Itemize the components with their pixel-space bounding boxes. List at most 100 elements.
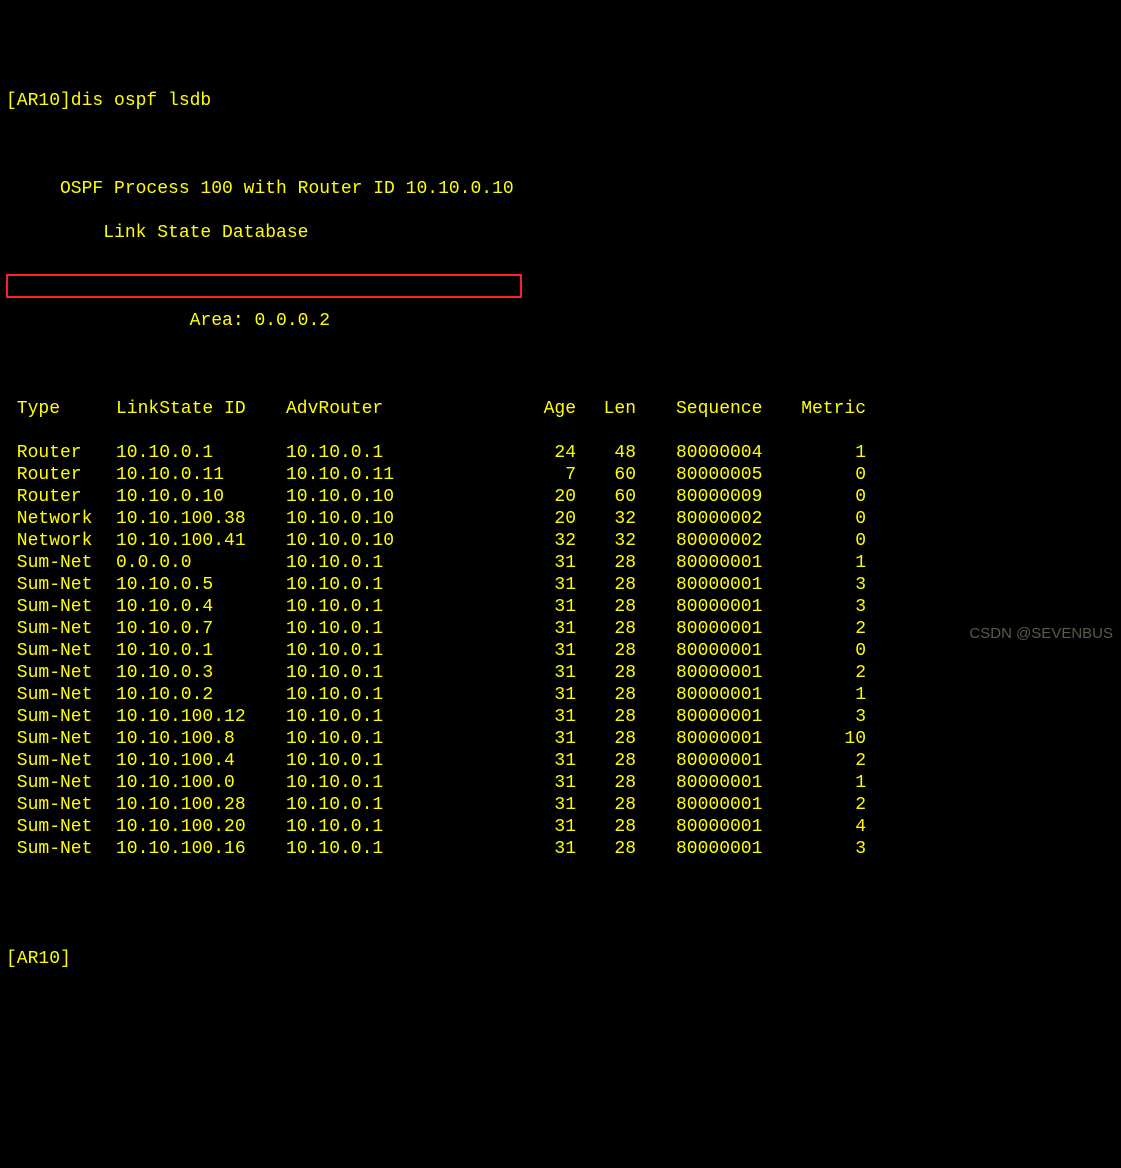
cell-metric: 0 (776, 464, 866, 486)
cell-metric: 0 (776, 640, 866, 662)
cell-len: 32 (576, 508, 636, 530)
cell-advrouter: 10.10.0.1 (286, 728, 506, 750)
cell-sequence: 80000004 (636, 442, 776, 464)
cell-sequence: 80000005 (636, 464, 776, 486)
cell-metric: 1 (776, 552, 866, 574)
table-row: Sum-Net10.10.0.710.10.0.13128800000012 (6, 618, 1115, 640)
cell-age: 31 (506, 618, 576, 640)
cell-age: 31 (506, 728, 576, 750)
table-row: Sum-Net10.10.100.2810.10.0.1312880000001… (6, 794, 1115, 816)
cell-sequence: 80000002 (636, 508, 776, 530)
cell-linkstate-id: 10.10.100.38 (116, 508, 286, 530)
cell-type: Router (6, 486, 116, 508)
cell-age: 31 (506, 706, 576, 728)
cell-metric: 3 (776, 596, 866, 618)
cell-len: 28 (576, 618, 636, 640)
table-row: Network10.10.100.4110.10.0.1032328000000… (6, 530, 1115, 552)
cell-len: 48 (576, 442, 636, 464)
cell-sequence: 80000001 (636, 640, 776, 662)
cell-advrouter: 10.10.0.1 (286, 706, 506, 728)
cell-type: Sum-Net (6, 662, 116, 684)
cell-sequence: 80000001 (636, 728, 776, 750)
cell-type: Sum-Net (6, 618, 116, 640)
end-prompt[interactable]: [AR10] (6, 948, 1115, 970)
hdr-age: Age (506, 398, 576, 420)
cell-metric: 0 (776, 508, 866, 530)
table-row: Sum-Net10.10.100.410.10.0.13128800000012 (6, 750, 1115, 772)
cell-metric: 0 (776, 486, 866, 508)
table-row: Sum-Net10.10.100.2010.10.0.1312880000001… (6, 816, 1115, 838)
cell-metric: 3 (776, 706, 866, 728)
cell-type: Router (6, 442, 116, 464)
hdr-type: Type (6, 398, 116, 420)
cell-linkstate-id: 10.10.0.10 (116, 486, 286, 508)
table-row: Sum-Net10.10.100.810.10.0.13128800000011… (6, 728, 1115, 750)
cell-sequence: 80000001 (636, 684, 776, 706)
cell-sequence: 80000002 (636, 530, 776, 552)
area-line: Area: 0.0.0.2 (6, 310, 1115, 332)
cell-advrouter: 10.10.0.1 (286, 618, 506, 640)
cell-advrouter: 10.10.0.1 (286, 574, 506, 596)
cell-age: 24 (506, 442, 576, 464)
ospf-header-1: OSPF Process 100 with Router ID 10.10.0.… (6, 178, 1115, 200)
hdr-advrouter: AdvRouter (286, 398, 506, 420)
cell-advrouter: 10.10.0.1 (286, 662, 506, 684)
hdr-sequence: Sequence (636, 398, 776, 420)
cell-age: 31 (506, 838, 576, 860)
cell-metric: 10 (776, 728, 866, 750)
cell-linkstate-id: 10.10.0.2 (116, 684, 286, 706)
cell-advrouter: 10.10.0.1 (286, 838, 506, 860)
cell-metric: 2 (776, 794, 866, 816)
cell-len: 28 (576, 816, 636, 838)
cell-metric: 3 (776, 574, 866, 596)
cell-linkstate-id: 10.10.0.3 (116, 662, 286, 684)
cell-advrouter: 10.10.0.1 (286, 596, 506, 618)
cell-type: Sum-Net (6, 816, 116, 838)
ospf-header-2: Link State Database (6, 222, 1115, 244)
lsdb-table-body: Router10.10.0.110.10.0.12448800000041 Ro… (6, 442, 1115, 860)
cell-sequence: 80000001 (636, 816, 776, 838)
cell-advrouter: 10.10.0.10 (286, 508, 506, 530)
table-row: Sum-Net10.10.0.310.10.0.13128800000012 (6, 662, 1115, 684)
table-row: Sum-Net0.0.0.010.10.0.13128800000011 (6, 552, 1115, 574)
cell-metric: 1 (776, 684, 866, 706)
cell-type: Sum-Net (6, 684, 116, 706)
cell-type: Router (6, 464, 116, 486)
cell-linkstate-id: 10.10.0.1 (116, 640, 286, 662)
cell-linkstate-id: 10.10.0.1 (116, 442, 286, 464)
cell-len: 28 (576, 706, 636, 728)
cell-advrouter: 10.10.0.1 (286, 794, 506, 816)
blank-line (6, 266, 1115, 288)
cell-linkstate-id: 10.10.100.8 (116, 728, 286, 750)
cell-len: 60 (576, 486, 636, 508)
cell-sequence: 80000001 (636, 706, 776, 728)
cell-len: 28 (576, 552, 636, 574)
cell-type: Network (6, 530, 116, 552)
table-header: TypeLinkState IDAdvRouterAgeLenSequenceM… (6, 376, 1115, 398)
cell-age: 31 (506, 794, 576, 816)
cell-len: 28 (576, 596, 636, 618)
cell-age: 31 (506, 772, 576, 794)
cell-linkstate-id: 10.10.100.20 (116, 816, 286, 838)
prompt-line: [AR10]dis ospf lsdb (6, 90, 1115, 112)
table-row: Sum-Net10.10.100.010.10.0.13128800000011 (6, 772, 1115, 794)
cell-len: 28 (576, 662, 636, 684)
table-row: Sum-Net10.10.0.110.10.0.13128800000010 (6, 640, 1115, 662)
table-row: Sum-Net10.10.0.510.10.0.13128800000013 (6, 574, 1115, 596)
watermark: CSDN @SEVENBUS (969, 623, 1113, 645)
cell-sequence: 80000001 (636, 772, 776, 794)
cell-len: 28 (576, 750, 636, 772)
cell-age: 20 (506, 486, 576, 508)
cell-age: 31 (506, 596, 576, 618)
cell-age: 31 (506, 750, 576, 772)
table-row: Router10.10.0.1110.10.0.11760800000050 (6, 464, 1115, 486)
cell-age: 31 (506, 552, 576, 574)
cell-sequence: 80000001 (636, 838, 776, 860)
hdr-len: Len (576, 398, 636, 420)
cell-type: Sum-Net (6, 838, 116, 860)
cell-age: 31 (506, 574, 576, 596)
cell-age: 31 (506, 662, 576, 684)
cell-type: Sum-Net (6, 772, 116, 794)
cell-linkstate-id: 0.0.0.0 (116, 552, 286, 574)
cell-metric: 1 (776, 442, 866, 464)
